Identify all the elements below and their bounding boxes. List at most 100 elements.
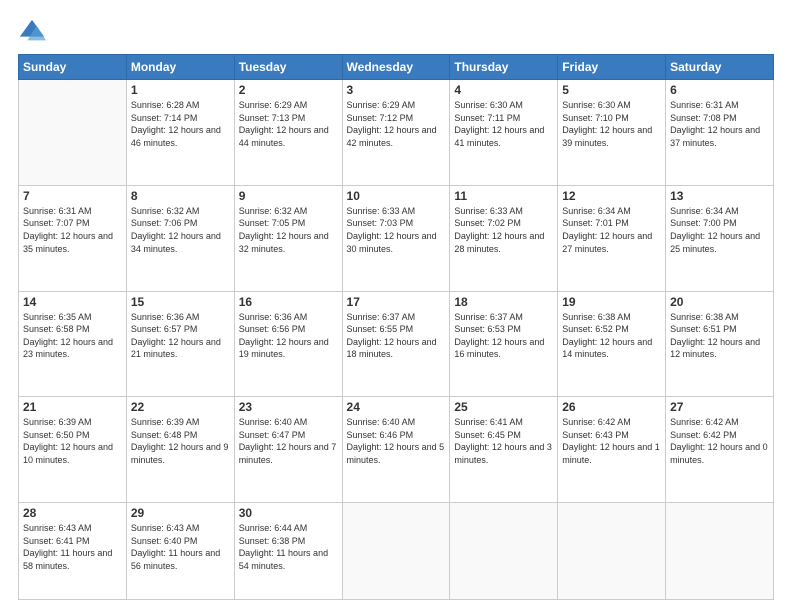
day-info: Sunrise: 6:29 AMSunset: 7:13 PMDaylight:… — [239, 99, 338, 149]
calendar-day-cell — [342, 503, 450, 600]
day-info: Sunrise: 6:38 AMSunset: 6:52 PMDaylight:… — [562, 311, 661, 361]
page: SundayMondayTuesdayWednesdayThursdayFrid… — [0, 0, 792, 612]
weekday-header-sunday: Sunday — [19, 55, 127, 80]
calendar-day-cell: 2 Sunrise: 6:29 AMSunset: 7:13 PMDayligh… — [234, 80, 342, 186]
calendar-day-cell: 29 Sunrise: 6:43 AMSunset: 6:40 PMDaylig… — [126, 503, 234, 600]
day-info: Sunrise: 6:30 AMSunset: 7:11 PMDaylight:… — [454, 99, 553, 149]
weekday-header-saturday: Saturday — [666, 55, 774, 80]
weekday-header-monday: Monday — [126, 55, 234, 80]
day-info: Sunrise: 6:31 AMSunset: 7:08 PMDaylight:… — [670, 99, 769, 149]
calendar-week-row: 7 Sunrise: 6:31 AMSunset: 7:07 PMDayligh… — [19, 185, 774, 291]
calendar-day-cell — [450, 503, 558, 600]
calendar-day-cell: 10 Sunrise: 6:33 AMSunset: 7:03 PMDaylig… — [342, 185, 450, 291]
calendar-day-cell: 7 Sunrise: 6:31 AMSunset: 7:07 PMDayligh… — [19, 185, 127, 291]
day-info: Sunrise: 6:36 AMSunset: 6:57 PMDaylight:… — [131, 311, 230, 361]
day-number: 29 — [131, 506, 230, 520]
day-number: 30 — [239, 506, 338, 520]
calendar-table: SundayMondayTuesdayWednesdayThursdayFrid… — [18, 54, 774, 600]
calendar-day-cell: 28 Sunrise: 6:43 AMSunset: 6:41 PMDaylig… — [19, 503, 127, 600]
calendar-day-cell: 26 Sunrise: 6:42 AMSunset: 6:43 PMDaylig… — [558, 397, 666, 503]
day-info: Sunrise: 6:37 AMSunset: 6:53 PMDaylight:… — [454, 311, 553, 361]
weekday-header-thursday: Thursday — [450, 55, 558, 80]
day-number: 11 — [454, 189, 553, 203]
day-number: 1 — [131, 83, 230, 97]
day-number: 25 — [454, 400, 553, 414]
calendar-week-row: 1 Sunrise: 6:28 AMSunset: 7:14 PMDayligh… — [19, 80, 774, 186]
weekday-header-friday: Friday — [558, 55, 666, 80]
day-number: 21 — [23, 400, 122, 414]
calendar-day-cell: 14 Sunrise: 6:35 AMSunset: 6:58 PMDaylig… — [19, 291, 127, 397]
calendar-day-cell: 30 Sunrise: 6:44 AMSunset: 6:38 PMDaylig… — [234, 503, 342, 600]
day-number: 18 — [454, 295, 553, 309]
calendar-day-cell: 17 Sunrise: 6:37 AMSunset: 6:55 PMDaylig… — [342, 291, 450, 397]
day-number: 4 — [454, 83, 553, 97]
calendar-day-cell: 25 Sunrise: 6:41 AMSunset: 6:45 PMDaylig… — [450, 397, 558, 503]
logo — [18, 18, 48, 46]
calendar-day-cell — [19, 80, 127, 186]
day-info: Sunrise: 6:40 AMSunset: 6:47 PMDaylight:… — [239, 416, 338, 466]
calendar-day-cell: 6 Sunrise: 6:31 AMSunset: 7:08 PMDayligh… — [666, 80, 774, 186]
day-number: 13 — [670, 189, 769, 203]
calendar-day-cell: 18 Sunrise: 6:37 AMSunset: 6:53 PMDaylig… — [450, 291, 558, 397]
day-info: Sunrise: 6:32 AMSunset: 7:06 PMDaylight:… — [131, 205, 230, 255]
day-info: Sunrise: 6:42 AMSunset: 6:43 PMDaylight:… — [562, 416, 661, 466]
calendar-day-cell: 21 Sunrise: 6:39 AMSunset: 6:50 PMDaylig… — [19, 397, 127, 503]
day-info: Sunrise: 6:42 AMSunset: 6:42 PMDaylight:… — [670, 416, 769, 466]
calendar-day-cell: 1 Sunrise: 6:28 AMSunset: 7:14 PMDayligh… — [126, 80, 234, 186]
calendar-day-cell: 9 Sunrise: 6:32 AMSunset: 7:05 PMDayligh… — [234, 185, 342, 291]
day-info: Sunrise: 6:43 AMSunset: 6:41 PMDaylight:… — [23, 522, 122, 572]
day-number: 19 — [562, 295, 661, 309]
calendar-day-cell: 15 Sunrise: 6:36 AMSunset: 6:57 PMDaylig… — [126, 291, 234, 397]
calendar-day-cell: 5 Sunrise: 6:30 AMSunset: 7:10 PMDayligh… — [558, 80, 666, 186]
header — [18, 18, 774, 46]
day-number: 27 — [670, 400, 769, 414]
calendar-day-cell — [666, 503, 774, 600]
day-number: 8 — [131, 189, 230, 203]
day-number: 14 — [23, 295, 122, 309]
day-info: Sunrise: 6:39 AMSunset: 6:48 PMDaylight:… — [131, 416, 230, 466]
logo-icon — [18, 18, 46, 46]
day-info: Sunrise: 6:43 AMSunset: 6:40 PMDaylight:… — [131, 522, 230, 572]
day-info: Sunrise: 6:44 AMSunset: 6:38 PMDaylight:… — [239, 522, 338, 572]
calendar-day-cell — [558, 503, 666, 600]
day-info: Sunrise: 6:34 AMSunset: 7:01 PMDaylight:… — [562, 205, 661, 255]
day-number: 26 — [562, 400, 661, 414]
day-number: 23 — [239, 400, 338, 414]
day-info: Sunrise: 6:39 AMSunset: 6:50 PMDaylight:… — [23, 416, 122, 466]
day-number: 5 — [562, 83, 661, 97]
calendar-day-cell: 20 Sunrise: 6:38 AMSunset: 6:51 PMDaylig… — [666, 291, 774, 397]
weekday-header-row: SundayMondayTuesdayWednesdayThursdayFrid… — [19, 55, 774, 80]
day-info: Sunrise: 6:33 AMSunset: 7:03 PMDaylight:… — [347, 205, 446, 255]
day-number: 28 — [23, 506, 122, 520]
weekday-header-wednesday: Wednesday — [342, 55, 450, 80]
calendar-day-cell: 12 Sunrise: 6:34 AMSunset: 7:01 PMDaylig… — [558, 185, 666, 291]
day-info: Sunrise: 6:30 AMSunset: 7:10 PMDaylight:… — [562, 99, 661, 149]
day-info: Sunrise: 6:37 AMSunset: 6:55 PMDaylight:… — [347, 311, 446, 361]
day-info: Sunrise: 6:40 AMSunset: 6:46 PMDaylight:… — [347, 416, 446, 466]
calendar-week-row: 21 Sunrise: 6:39 AMSunset: 6:50 PMDaylig… — [19, 397, 774, 503]
day-number: 17 — [347, 295, 446, 309]
day-number: 15 — [131, 295, 230, 309]
day-info: Sunrise: 6:41 AMSunset: 6:45 PMDaylight:… — [454, 416, 553, 466]
calendar-week-row: 14 Sunrise: 6:35 AMSunset: 6:58 PMDaylig… — [19, 291, 774, 397]
calendar-day-cell: 22 Sunrise: 6:39 AMSunset: 6:48 PMDaylig… — [126, 397, 234, 503]
day-number: 6 — [670, 83, 769, 97]
calendar-day-cell: 27 Sunrise: 6:42 AMSunset: 6:42 PMDaylig… — [666, 397, 774, 503]
day-number: 22 — [131, 400, 230, 414]
day-info: Sunrise: 6:35 AMSunset: 6:58 PMDaylight:… — [23, 311, 122, 361]
calendar-day-cell: 11 Sunrise: 6:33 AMSunset: 7:02 PMDaylig… — [450, 185, 558, 291]
calendar-day-cell: 23 Sunrise: 6:40 AMSunset: 6:47 PMDaylig… — [234, 397, 342, 503]
day-number: 9 — [239, 189, 338, 203]
calendar-week-row: 28 Sunrise: 6:43 AMSunset: 6:41 PMDaylig… — [19, 503, 774, 600]
day-info: Sunrise: 6:32 AMSunset: 7:05 PMDaylight:… — [239, 205, 338, 255]
calendar-day-cell: 19 Sunrise: 6:38 AMSunset: 6:52 PMDaylig… — [558, 291, 666, 397]
calendar-day-cell: 8 Sunrise: 6:32 AMSunset: 7:06 PMDayligh… — [126, 185, 234, 291]
day-number: 10 — [347, 189, 446, 203]
day-info: Sunrise: 6:36 AMSunset: 6:56 PMDaylight:… — [239, 311, 338, 361]
calendar-day-cell: 24 Sunrise: 6:40 AMSunset: 6:46 PMDaylig… — [342, 397, 450, 503]
calendar-day-cell: 3 Sunrise: 6:29 AMSunset: 7:12 PMDayligh… — [342, 80, 450, 186]
day-info: Sunrise: 6:31 AMSunset: 7:07 PMDaylight:… — [23, 205, 122, 255]
day-number: 2 — [239, 83, 338, 97]
calendar-day-cell: 16 Sunrise: 6:36 AMSunset: 6:56 PMDaylig… — [234, 291, 342, 397]
day-number: 12 — [562, 189, 661, 203]
